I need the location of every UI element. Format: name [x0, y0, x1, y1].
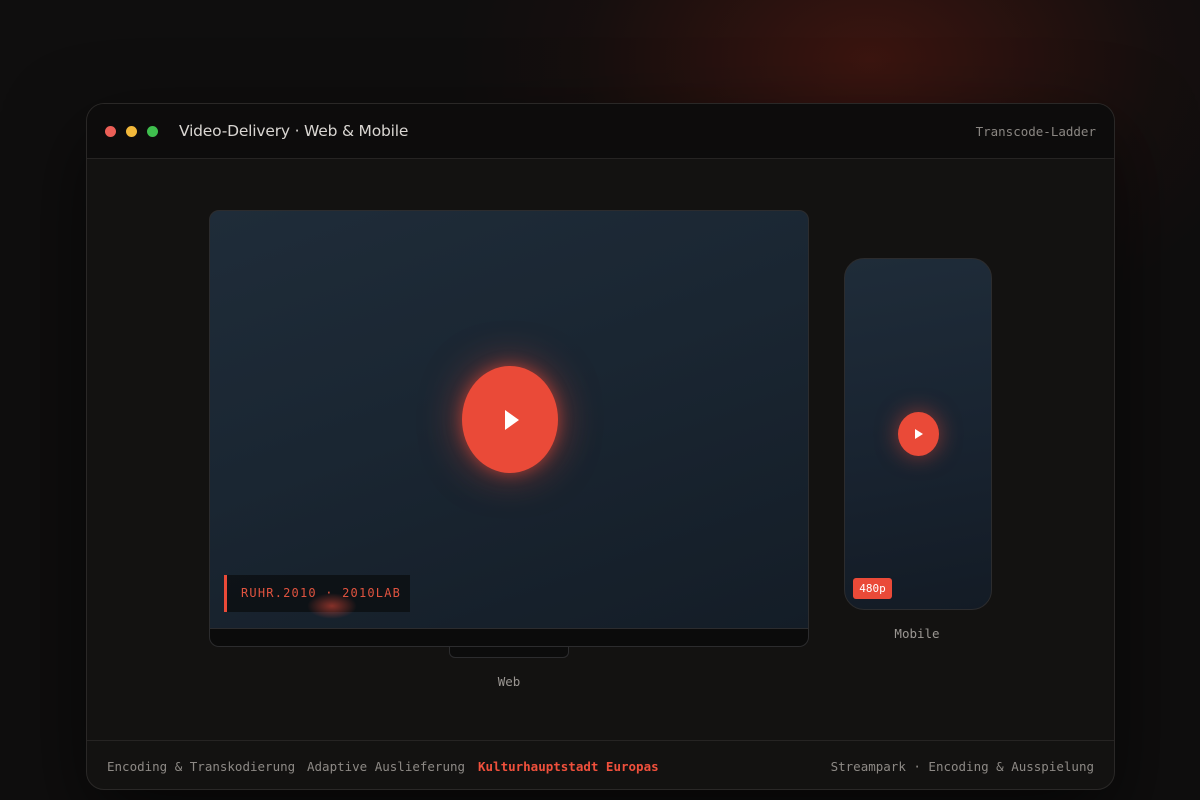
web-play-button[interactable]	[462, 366, 558, 473]
mobile-video-player[interactable]: 480p	[844, 258, 992, 610]
mobile-play-button[interactable]	[898, 412, 939, 456]
laptop-stand	[449, 647, 569, 658]
overlay-tag-text: RUHR.2010 · 2010LAB	[241, 586, 402, 600]
footer-bar: Encoding & Transkodierung Adaptive Ausli…	[87, 740, 1114, 789]
close-window-button[interactable]	[105, 126, 116, 137]
play-icon	[915, 429, 923, 439]
footer-tab-encoding[interactable]: Encoding & Transkodierung	[107, 759, 295, 774]
resolution-badge: 480p	[853, 578, 892, 599]
mobile-device-label: Mobile	[894, 626, 940, 641]
video-overlay-tag: RUHR.2010 · 2010LAB	[224, 575, 410, 619]
app-window: Video-Delivery · Web & Mobile Transcode-…	[86, 103, 1115, 790]
maximize-window-button[interactable]	[147, 126, 158, 137]
transcode-ladder-label: Transcode-Ladder	[975, 124, 1096, 139]
title-bar: Video-Delivery · Web & Mobile Transcode-…	[87, 104, 1114, 159]
window-title: Video-Delivery · Web & Mobile	[179, 122, 409, 140]
laptop-base	[209, 629, 809, 647]
web-device-label: Web	[497, 674, 521, 689]
footer-tab-adaptive[interactable]: Adaptive Auslieferung	[307, 759, 465, 774]
minimize-window-button[interactable]	[126, 126, 137, 137]
play-icon	[505, 410, 519, 430]
footer-credit: Streampark · Encoding & Ausspielung	[830, 759, 1094, 774]
footer-tab-kulturhauptstadt[interactable]: Kulturhauptstadt Europas	[478, 759, 659, 774]
web-video-player[interactable]: RUHR.2010 · 2010LAB	[209, 210, 809, 629]
